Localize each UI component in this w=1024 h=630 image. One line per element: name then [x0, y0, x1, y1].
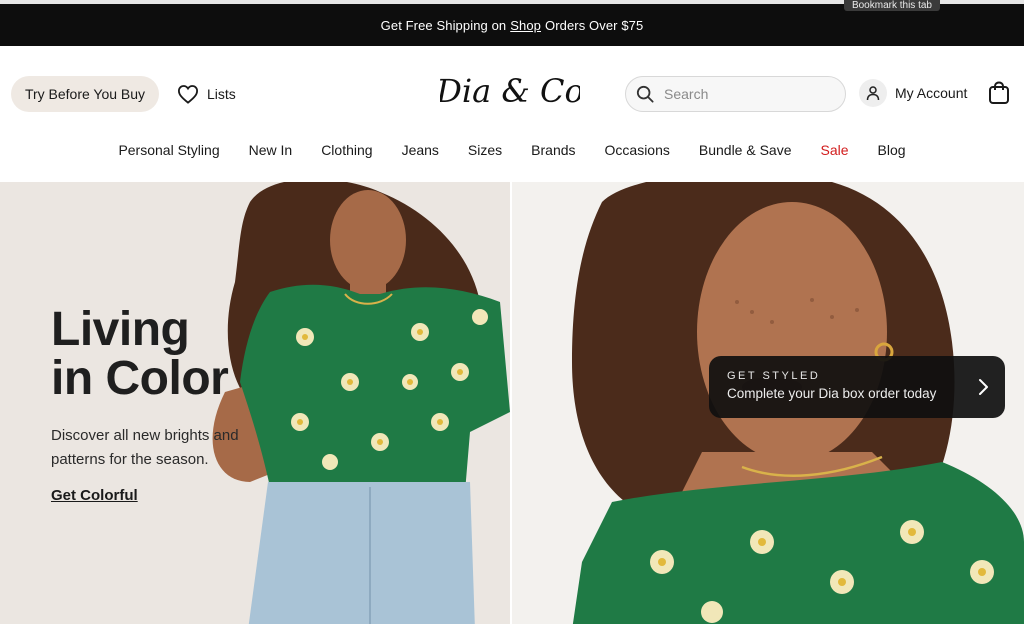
my-account-label: My Account	[895, 85, 968, 101]
hero-title-line1: Living	[51, 303, 190, 356]
try-before-you-buy-button[interactable]: Try Before You Buy	[11, 76, 159, 112]
nav-occasions[interactable]: Occasions	[605, 142, 670, 168]
my-account-link[interactable]: My Account	[859, 79, 967, 107]
search-icon	[636, 85, 654, 103]
chevron-right-icon	[979, 379, 988, 395]
promo-shop-link[interactable]: Shop	[510, 18, 541, 33]
promo-text-before: Get Free Shipping on	[380, 17, 507, 33]
nav-bundle-and-save[interactable]: Bundle & Save	[699, 142, 792, 168]
nav-brands[interactable]: Brands	[531, 142, 575, 168]
get-styled-message: Complete your Dia box order today	[727, 386, 937, 401]
nav-blog[interactable]: Blog	[878, 142, 906, 168]
bookmark-tooltip: Bookmark this tab	[843, 0, 940, 11]
search-input[interactable]	[664, 86, 824, 102]
bottom-edge	[0, 624, 1024, 630]
user-icon	[859, 79, 887, 107]
nav-new-in[interactable]: New In	[249, 142, 293, 168]
hero-subtitle: Discover all new brights and patterns fo…	[51, 427, 239, 468]
nav-personal-styling[interactable]: Personal Styling	[118, 142, 219, 168]
logo-text: Dia & Co	[440, 72, 580, 110]
main-nav: Personal Styling New In Clothing Jeans S…	[0, 142, 1024, 168]
nav-sale[interactable]: Sale	[821, 142, 849, 168]
search-field[interactable]	[625, 76, 846, 112]
nav-clothing[interactable]: Clothing	[321, 142, 372, 168]
dia-and-co-logo[interactable]: Dia & Co	[440, 70, 580, 116]
nav-jeans[interactable]: Jeans	[402, 142, 439, 168]
hero-title: Living in Color	[51, 303, 229, 405]
lists-label: Lists	[207, 86, 236, 102]
get-styled-kicker: GET STYLED	[727, 370, 821, 382]
lists-link[interactable]: Lists	[177, 82, 236, 106]
shopping-bag-icon[interactable]	[988, 81, 1010, 105]
model-photo-left	[212, 182, 510, 630]
hero-title-line2: in Color	[51, 352, 229, 405]
hero-image-left[interactable]	[0, 182, 510, 630]
get-colorful-link[interactable]: Get Colorful	[51, 487, 138, 504]
heart-icon	[177, 85, 199, 104]
nav-sizes[interactable]: Sizes	[468, 142, 502, 168]
promo-text-after: Orders Over $75	[545, 17, 644, 33]
get-styled-card[interactable]: GET STYLED Complete your Dia box order t…	[709, 356, 1005, 418]
site-header: Try Before You Buy Lists Dia & Co My Acc…	[0, 46, 1024, 182]
